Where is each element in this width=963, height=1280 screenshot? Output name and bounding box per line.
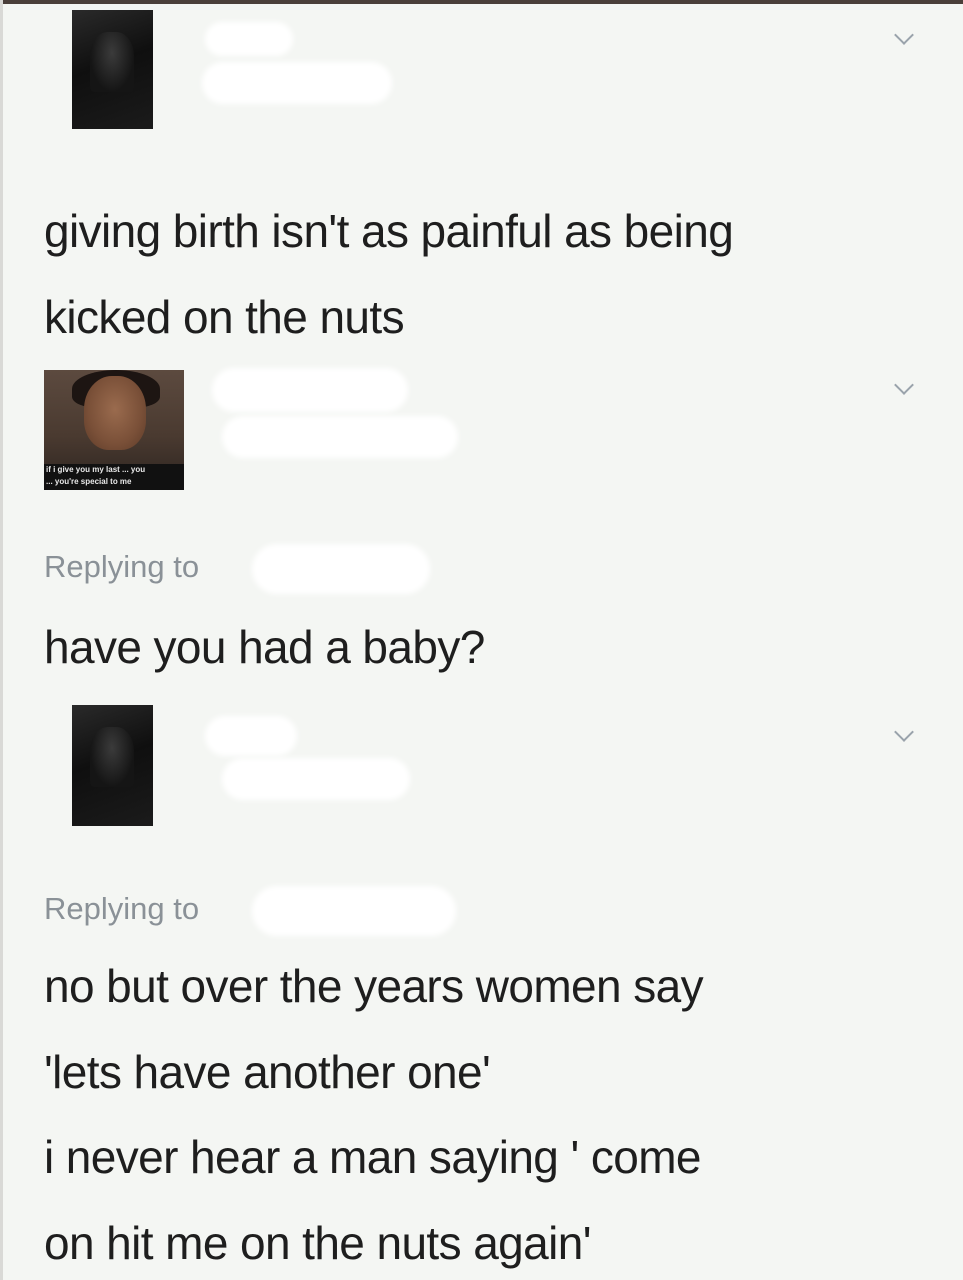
- avatar-caption: if i give you my last ... you ... you're…: [44, 464, 184, 490]
- user-avatar[interactable]: if i give you my last ... you ... you're…: [44, 370, 184, 490]
- avatar-caption-line: ... you're special to me: [46, 477, 132, 486]
- top-frame-border: [0, 0, 963, 4]
- avatar-face: [84, 376, 146, 450]
- tweet-text-line: have you had a baby?: [44, 621, 485, 673]
- left-frame-border: [0, 0, 3, 1280]
- tweet-text-line: i never hear a man saying ' come: [44, 1131, 702, 1183]
- chevron-down-icon[interactable]: [894, 722, 914, 742]
- redacted-username: [222, 416, 458, 458]
- tweet-text-line: 'lets have another one': [44, 1046, 491, 1098]
- user-avatar[interactable]: [72, 10, 153, 129]
- redacted-username: [222, 758, 410, 800]
- tweet-text-line: giving birth isn't as painful as being: [44, 205, 734, 257]
- redacted-display-name: [205, 716, 297, 756]
- redacted-username: [202, 62, 392, 104]
- tweet-text-line: kicked on the nuts: [44, 291, 405, 343]
- redacted-reply-handle: [252, 886, 456, 936]
- chevron-down-icon[interactable]: [894, 375, 914, 395]
- avatar-caption-line: if i give you my last ... you: [46, 465, 146, 474]
- redacted-display-name: [212, 368, 408, 412]
- tweet-text-line: on hit me on the nuts again': [44, 1217, 592, 1269]
- tweet-text-line: no but over the years women say: [44, 960, 704, 1012]
- user-avatar[interactable]: [72, 705, 153, 826]
- replying-to-label: Replying to: [44, 891, 200, 926]
- redacted-reply-handle: [252, 544, 430, 594]
- chevron-down-icon[interactable]: [894, 25, 914, 45]
- replying-to-label: Replying to: [44, 549, 200, 584]
- redacted-display-name: [205, 22, 293, 56]
